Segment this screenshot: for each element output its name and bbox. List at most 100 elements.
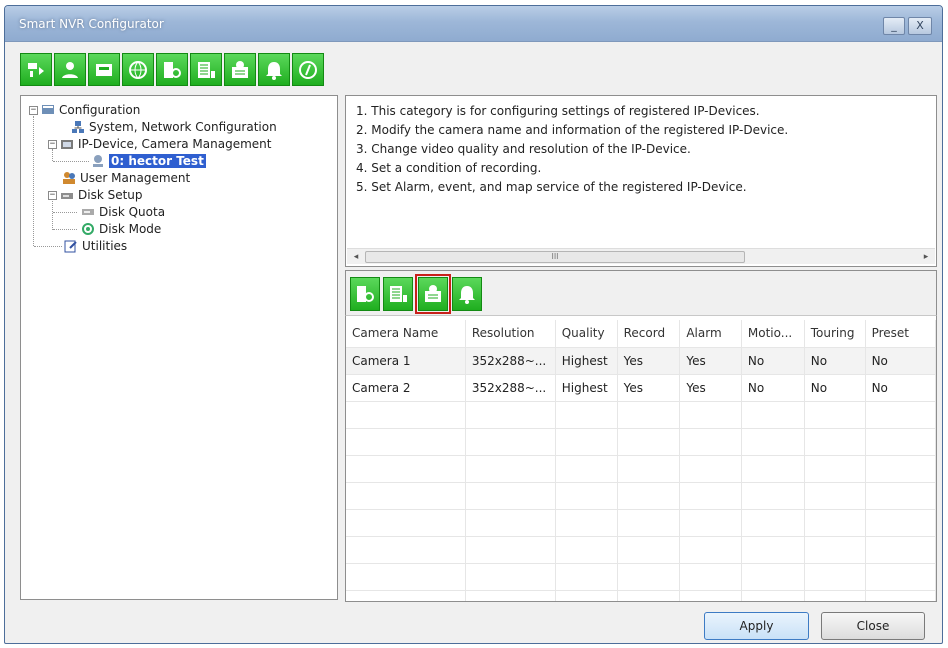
table-row[interactable]: Camera 1 352x288~... Highest Yes Yes No … bbox=[346, 347, 936, 375]
column-header[interactable]: Record bbox=[617, 320, 681, 348]
apply-button[interactable]: Apply bbox=[704, 612, 809, 640]
title-bar: Smart NVR Configurator _ X bbox=[5, 6, 942, 42]
cell-preset[interactable]: No bbox=[865, 374, 936, 402]
alarm-button[interactable] bbox=[258, 53, 290, 86]
tree-label: Disk Quota bbox=[99, 205, 166, 219]
camera-setup-icon bbox=[164, 61, 181, 78]
utilities-icon bbox=[64, 240, 77, 253]
cell-alarm[interactable]: Yes bbox=[679, 374, 742, 402]
info-line: 2. Modify the camera name and informatio… bbox=[356, 123, 789, 137]
info-line: 5. Set Alarm, event, and map service of … bbox=[356, 180, 747, 194]
map-button[interactable] bbox=[224, 53, 256, 86]
cell-resolution[interactable]: 352x288~... bbox=[465, 374, 556, 402]
info-icon bbox=[299, 60, 317, 79]
users-icon bbox=[63, 172, 75, 184]
column-header[interactable]: Resolution bbox=[465, 320, 556, 348]
cell-motion[interactable]: No bbox=[741, 374, 805, 402]
cell-alarm[interactable]: Yes bbox=[679, 347, 742, 375]
tree-item-disk-mode[interactable]: Disk Mode bbox=[81, 221, 161, 237]
scroll-right-icon[interactable]: ▸ bbox=[919, 249, 933, 265]
info-button[interactable] bbox=[292, 53, 324, 86]
cell-camera-name[interactable]: Camera 1 bbox=[346, 347, 466, 375]
empty-row bbox=[346, 563, 936, 591]
network-button[interactable] bbox=[122, 53, 154, 86]
empty-row bbox=[346, 509, 936, 537]
tree-item-device-0[interactable]: 0: hector Test bbox=[91, 153, 206, 169]
tree-item-system-network[interactable]: System, Network Configuration bbox=[71, 119, 277, 135]
tree-label: Disk Setup bbox=[78, 188, 143, 202]
cell-record[interactable]: Yes bbox=[617, 347, 681, 375]
cell-resolution[interactable]: 352x288~... bbox=[465, 347, 556, 375]
user-icon bbox=[62, 61, 78, 78]
cell-preset[interactable]: No bbox=[865, 347, 936, 375]
alarm-tab[interactable] bbox=[452, 277, 482, 311]
recording-icon bbox=[390, 286, 407, 302]
column-header[interactable]: Preset bbox=[865, 320, 936, 348]
cell-quality[interactable]: Highest bbox=[555, 347, 618, 375]
tree-item-disk-setup[interactable]: − Disk Setup bbox=[48, 187, 143, 203]
table-row[interactable]: Camera 2 352x288~... Highest Yes Yes No … bbox=[346, 374, 936, 402]
tree-label: Utilities bbox=[82, 239, 128, 253]
camera-setup-button[interactable] bbox=[156, 53, 188, 86]
tree-label: User Management bbox=[80, 171, 191, 185]
tree-item-disk-quota[interactable]: Disk Quota bbox=[81, 204, 165, 220]
camera-management-icon bbox=[61, 140, 73, 149]
globe-icon bbox=[129, 60, 147, 79]
empty-row bbox=[346, 428, 936, 456]
collapse-toggle[interactable]: − bbox=[29, 105, 38, 115]
tree-item-ip-device[interactable]: − IP-Device, Camera Management bbox=[48, 136, 271, 152]
cell-camera-name[interactable]: Camera 2 bbox=[346, 374, 466, 402]
ip-device-icon bbox=[93, 155, 103, 167]
empty-row bbox=[346, 401, 936, 429]
camera-setup-tab[interactable] bbox=[350, 277, 380, 311]
tree-item-user-management[interactable]: User Management bbox=[62, 170, 190, 186]
cell-record[interactable]: Yes bbox=[617, 374, 681, 402]
camera-grid: Camera Name Resolution Quality Record Al… bbox=[345, 315, 937, 602]
tree-label: IP-Device, Camera Management bbox=[78, 137, 272, 151]
column-header[interactable]: Touring bbox=[804, 320, 866, 348]
close-button[interactable]: Close bbox=[821, 612, 925, 640]
map-icon bbox=[425, 285, 441, 302]
recording-button[interactable] bbox=[190, 53, 222, 86]
alarm-bell-icon bbox=[459, 286, 475, 304]
cell-quality[interactable]: Highest bbox=[555, 374, 618, 402]
selected-tree-label: 0: hector Test bbox=[109, 154, 206, 168]
tree-item-configuration[interactable]: − Configuration bbox=[29, 102, 140, 118]
tree-item-utilities[interactable]: Utilities bbox=[64, 238, 127, 254]
column-header[interactable]: Quality bbox=[555, 320, 618, 348]
configuration-icon bbox=[42, 105, 54, 114]
empty-row bbox=[346, 482, 936, 510]
device-scan-button[interactable] bbox=[20, 53, 52, 86]
column-header[interactable]: Motio... bbox=[741, 320, 805, 348]
map-icon bbox=[232, 60, 248, 78]
cell-touring[interactable]: No bbox=[804, 374, 866, 402]
recording-icon bbox=[198, 61, 215, 78]
cell-motion[interactable]: No bbox=[741, 347, 805, 375]
tree-label: Configuration bbox=[59, 103, 141, 117]
tree-label: System, Network Configuration bbox=[89, 120, 277, 134]
collapse-toggle[interactable]: − bbox=[48, 190, 57, 200]
disk-mode-icon bbox=[82, 223, 94, 235]
recording-tab[interactable] bbox=[383, 277, 413, 311]
disk-setup-icon bbox=[61, 193, 73, 199]
minimize-button[interactable]: _ bbox=[883, 17, 905, 35]
cell-touring[interactable]: No bbox=[804, 347, 866, 375]
scroll-thumb[interactable]: III bbox=[365, 251, 745, 263]
info-line: 1. This category is for configuring sett… bbox=[356, 104, 760, 118]
empty-row bbox=[346, 536, 936, 564]
disk-button[interactable] bbox=[88, 53, 120, 86]
collapse-toggle[interactable]: − bbox=[48, 139, 57, 149]
close-window-button[interactable]: X bbox=[908, 17, 932, 35]
empty-row bbox=[346, 455, 936, 483]
main-toolbar bbox=[20, 53, 324, 91]
horizontal-scrollbar[interactable]: ◂ III ▸ bbox=[347, 248, 935, 264]
scroll-left-icon[interactable]: ◂ bbox=[349, 249, 363, 265]
column-header[interactable]: Alarm bbox=[679, 320, 742, 348]
user-button[interactable] bbox=[54, 53, 86, 86]
network-icon bbox=[72, 121, 84, 133]
tree-label: Disk Mode bbox=[99, 222, 162, 236]
column-header[interactable]: Camera Name bbox=[346, 320, 466, 348]
map-tab[interactable] bbox=[415, 274, 451, 314]
config-tree-panel: − Configuration System, Network Configur… bbox=[20, 95, 338, 600]
window-title: Smart NVR Configurator bbox=[19, 17, 164, 31]
